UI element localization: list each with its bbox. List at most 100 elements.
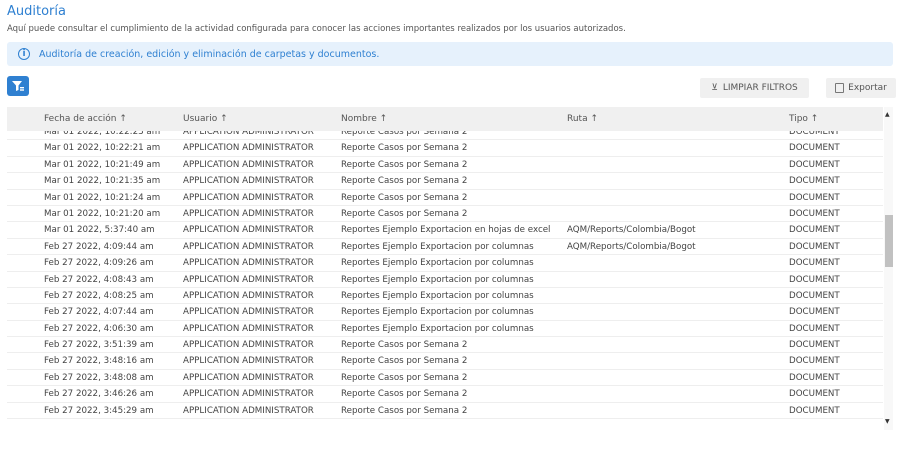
- table-row[interactable]: Feb 27 2022, 4:08:43 am APPLICATION ADMIN…: [7, 272, 883, 288]
- table-header: Fecha de acción ↑ Usuario ↑ Nombre ↑ Rut…: [7, 107, 883, 131]
- clear-filters-button[interactable]: ⊻ LIMPIAR FILTROS: [700, 78, 809, 98]
- cell-date: Feb 27 2022, 4:09:44 am: [44, 241, 154, 252]
- table-row[interactable]: Feb 27 2022, 4:07:44 am APPLICATION ADMIN…: [7, 304, 883, 321]
- cell-date: Feb 27 2022, 3:46:26 am: [44, 389, 154, 400]
- cell-name: Reporte Casos por Semana 2: [341, 340, 468, 351]
- cell-user: APPLICATION ADMINISTRATOR: [183, 192, 314, 203]
- column-header-path[interactable]: Ruta ↑: [567, 114, 707, 124]
- cell-type: DOCUMENT: [789, 323, 840, 334]
- export-label: Exportar: [848, 83, 887, 93]
- export-icon: [835, 83, 845, 93]
- cell-name: Reporte Casos por Semana 2: [341, 405, 468, 416]
- cell-name: Reporte Casos por Semana 2: [341, 356, 468, 367]
- cell-user: APPLICATION ADMINISTRATOR: [183, 208, 314, 219]
- column-header-name[interactable]: Nombre ↑: [341, 114, 561, 124]
- cell-type: DOCUMENT: [789, 389, 840, 400]
- column-header-user[interactable]: Usuario ↑: [183, 114, 333, 124]
- export-button[interactable]: Exportar: [826, 78, 896, 98]
- cell-user: APPLICATION ADMINISTRATOR: [183, 290, 314, 301]
- cell-date: Mar 01 2022, 10:22:21 am: [44, 143, 161, 154]
- cell-type: DOCUMENT: [789, 405, 840, 416]
- filter-button[interactable]: [7, 76, 29, 96]
- cell-name: Reporte Casos por Semana 2: [341, 131, 468, 137]
- table-row[interactable]: Feb 27 2022, 3:48:08 am APPLICATION ADMIN…: [7, 370, 883, 387]
- cell-type: DOCUMENT: [789, 340, 840, 351]
- cell-name: Reportes Ejemplo Exportacion por columna…: [341, 307, 534, 318]
- cell-type: DOCUMENT: [789, 143, 840, 154]
- cell-type: DOCUMENT: [789, 225, 840, 236]
- cell-user: APPLICATION ADMINISTRATOR: [183, 143, 314, 154]
- vertical-scrollbar[interactable]: ▲ ▼: [884, 107, 893, 430]
- cell-path: AQM/Reports/Colombia/Bogot: [567, 225, 696, 236]
- table-row[interactable]: Mar 01 2022, 10:21:24 am APPLICATION ADMI…: [7, 190, 883, 206]
- table-row[interactable]: Feb 27 2022, 4:09:26 am APPLICATION ADMIN…: [7, 255, 883, 272]
- cell-user: APPLICATION ADMINISTRATOR: [183, 372, 314, 383]
- cell-user: APPLICATION ADMINISTRATOR: [183, 159, 314, 170]
- cell-date: Feb 27 2022, 3:51:39 am: [44, 340, 154, 351]
- cell-name: Reportes Ejemplo Exportacion por columna…: [341, 274, 534, 285]
- cell-date: Mar 01 2022, 10:21:20 am: [44, 208, 161, 219]
- cell-user: APPLICATION ADMINISTRATOR: [183, 340, 314, 351]
- column-header-date[interactable]: Fecha de acción ↑: [44, 114, 179, 124]
- column-header-type[interactable]: Tipo ↑: [789, 114, 879, 124]
- cell-name: Reportes Ejemplo Exportacion por columna…: [341, 323, 534, 334]
- table-row[interactable]: Feb 27 2022, 4:06:30 am APPLICATION ADMIN…: [7, 321, 883, 338]
- clear-filters-label: LIMPIAR FILTROS: [722, 83, 798, 93]
- cell-type: DOCUMENT: [789, 290, 840, 301]
- info-icon: i: [18, 48, 30, 60]
- cell-path: AQM/Reports/Colombia/Bogot: [567, 241, 696, 252]
- table-row[interactable]: Feb 27 2022, 4:09:44 am APPLICATION ADMIN…: [7, 239, 883, 256]
- cell-type: DOCUMENT: [789, 307, 840, 318]
- cell-name: Reportes Ejemplo Exportacion por columna…: [341, 258, 534, 269]
- table-row[interactable]: Feb 27 2022, 3:46:26 am APPLICATION ADMIN…: [7, 386, 883, 403]
- cell-date: Feb 27 2022, 3:45:29 am: [44, 405, 154, 416]
- filter-icon: [12, 81, 24, 91]
- cell-date: Mar 01 2022, 10:21:49 am: [44, 159, 161, 170]
- cell-user: APPLICATION ADMINISTRATOR: [183, 323, 314, 334]
- table-row[interactable]: Feb 27 2022, 3:48:16 am APPLICATION ADMIN…: [7, 353, 883, 370]
- page-subtitle: Aquí puede consultar el cumplimiento de …: [7, 24, 626, 34]
- table-row[interactable]: Feb 27 2022, 4:08:25 am APPLICATION ADMIN…: [7, 288, 883, 305]
- table-row[interactable]: Mar 01 2022, 10:21:20 am APPLICATION ADMI…: [7, 206, 883, 223]
- cell-type: DOCUMENT: [789, 372, 840, 383]
- scrollbar-thumb[interactable]: [885, 215, 893, 267]
- cell-user: APPLICATION ADMINISTRATOR: [183, 258, 314, 269]
- info-banner-text: Auditoría de creación, edición y elimina…: [39, 48, 380, 60]
- cell-date: Mar 01 2022, 10:21:35 am: [44, 176, 161, 187]
- table-row[interactable]: Mar 01 2022, 5:37:40 am APPLICATION ADMIN…: [7, 222, 883, 239]
- table-row[interactable]: Mar 01 2022, 10:22:21 am APPLICATION ADMI…: [7, 140, 883, 157]
- cell-date: Feb 27 2022, 3:48:16 am: [44, 356, 154, 367]
- cell-name: Reportes Ejemplo Exportacion por columna…: [341, 241, 534, 252]
- cell-date: Mar 01 2022, 10:21:24 am: [44, 192, 161, 203]
- cell-user: APPLICATION ADMINISTRATOR: [183, 131, 314, 137]
- table-row[interactable]: Mar 01 2022, 10:21:35 am APPLICATION ADMI…: [7, 173, 883, 190]
- table-row[interactable]: Mar 01 2022, 10:21:49 am APPLICATION ADMI…: [7, 157, 883, 174]
- cell-date: Feb 27 2022, 3:48:08 am: [44, 372, 154, 383]
- cell-name: Reportes Ejemplo Exportacion en hojas de…: [341, 225, 551, 236]
- scroll-up-arrow[interactable]: ▲: [885, 111, 890, 118]
- cell-name: Reporte Casos por Semana 2: [341, 389, 468, 400]
- cell-type: DOCUMENT: [789, 192, 840, 203]
- cell-name: Reporte Casos por Semana 2: [341, 192, 468, 203]
- cell-name: Reporte Casos por Semana 2: [341, 176, 468, 187]
- cell-name: Reporte Casos por Semana 2: [341, 159, 468, 170]
- cell-type: DOCUMENT: [789, 356, 840, 367]
- cell-user: APPLICATION ADMINISTRATOR: [183, 405, 314, 416]
- table-row[interactable]: Mar 01 2022, 10:22:23 am APPLICATION ADMI…: [7, 131, 883, 141]
- audit-table: Fecha de acción ↑ Usuario ↑ Nombre ↑ Rut…: [7, 107, 893, 430]
- cell-type: DOCUMENT: [789, 258, 840, 269]
- clear-filter-icon: ⊻: [711, 83, 718, 93]
- cell-type: DOCUMENT: [789, 241, 840, 252]
- scroll-down-arrow[interactable]: ▼: [885, 418, 890, 425]
- cell-type: DOCUMENT: [789, 274, 840, 285]
- cell-name: Reportes Ejemplo Exportacion por columna…: [341, 290, 534, 301]
- cell-user: APPLICATION ADMINISTRATOR: [183, 241, 314, 252]
- cell-user: APPLICATION ADMINISTRATOR: [183, 389, 314, 400]
- cell-date: Feb 27 2022, 4:08:25 am: [44, 290, 154, 301]
- cell-type: DOCUMENT: [789, 176, 840, 187]
- cell-type: DOCUMENT: [789, 131, 840, 137]
- info-banner: i Auditoría de creación, edición y elimi…: [7, 42, 893, 66]
- table-row[interactable]: Feb 27 2022, 3:45:29 am APPLICATION ADMIN…: [7, 403, 883, 420]
- cell-date: Feb 27 2022, 4:06:30 am: [44, 323, 154, 334]
- table-row[interactable]: Feb 27 2022, 3:51:39 am APPLICATION ADMIN…: [7, 337, 883, 354]
